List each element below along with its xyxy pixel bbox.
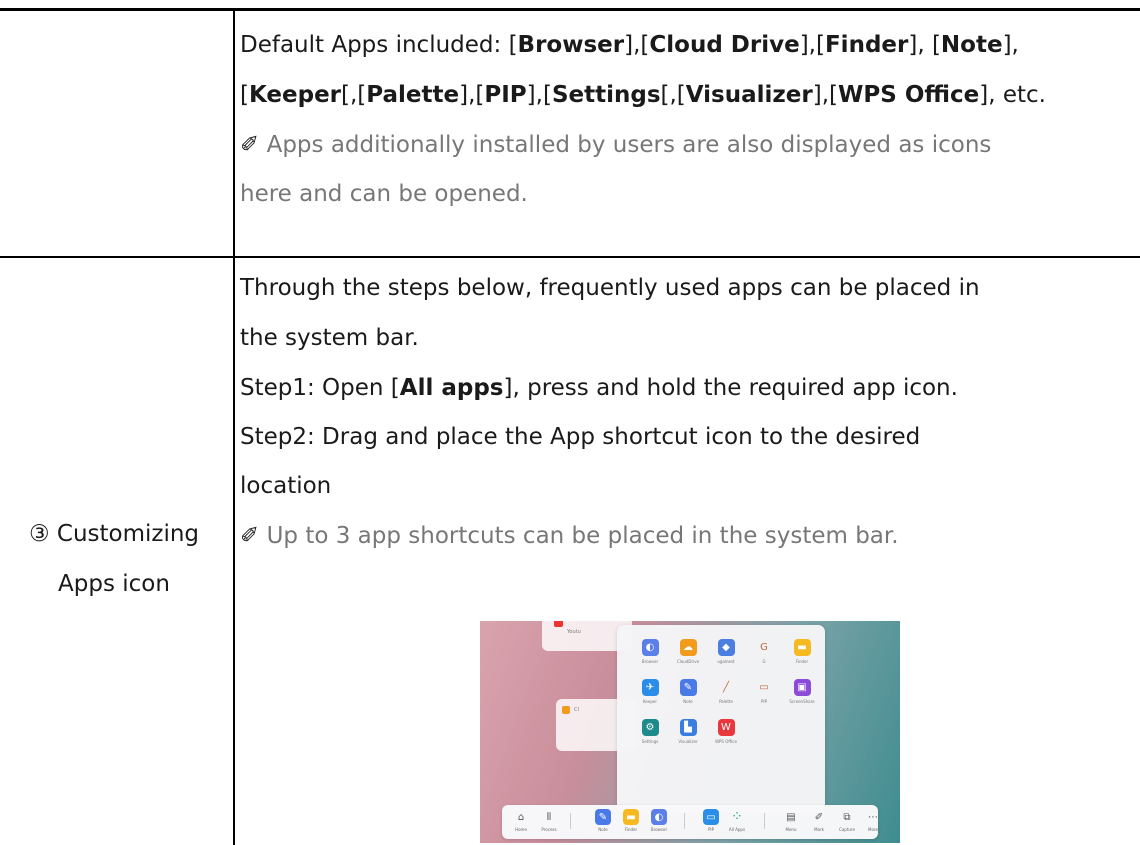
all-apps-icon: ⁘	[731, 809, 743, 825]
app-pip[interactable]: ▭ PIP	[747, 679, 781, 704]
default-apps-line-1: Default Apps included: [Browser],[Cloud …	[240, 32, 1019, 58]
app-label: Palette	[719, 699, 733, 704]
app-label: Settings	[641, 739, 659, 744]
app-finder[interactable]: ▬ Finder	[785, 639, 819, 664]
table-top-border	[0, 8, 1140, 11]
app-settings[interactable]: ⚙ Settings	[633, 719, 667, 744]
step2-line-1: Step2: Drag and place the App shortcut i…	[240, 424, 921, 450]
installed-apps-note: ✐ Apps additionally installed by users a…	[240, 132, 992, 158]
youtube-icon	[554, 621, 563, 627]
app-label: ScreenShare	[789, 699, 815, 704]
dock-item-label: Home	[515, 827, 527, 832]
dock-item-browser[interactable]: ◐ Browser	[646, 809, 672, 832]
system-bar: ⌂ Home ⦀ Process ✎ Note ▬ Finder ◐ Browser ▭ PIP ⁘ Al…	[502, 805, 878, 839]
dock-divider	[570, 813, 571, 829]
dock-item-pip[interactable]: ▭ PIP	[698, 809, 724, 832]
app-label: Keeper	[643, 699, 657, 704]
dock-divider	[764, 813, 765, 829]
visualizer-icon: ▙	[679, 719, 697, 736]
pip-icon: ▭	[703, 809, 719, 825]
dock-item-label: Capture	[839, 827, 855, 832]
dock-item-label: Menu	[785, 827, 797, 832]
dock-item-capture[interactable]: ⧉ Capture	[834, 809, 860, 833]
cloud-drive-icon: ☁	[679, 639, 697, 656]
section-heading: ③ Customizing	[28, 521, 200, 547]
app-label: Note	[683, 699, 693, 704]
ugalnest-icon: ◆	[717, 639, 735, 656]
app-browser[interactable]: ◐ Browser	[633, 639, 667, 664]
pencil-icon: ✐	[240, 132, 260, 158]
default-apps-line-2: [Keeper[,[Palette],[PIP],[Settings[,[Vis…	[240, 82, 1046, 108]
dock-item-label: Process	[541, 827, 557, 832]
pencil-icon: ✐	[240, 523, 260, 549]
dock-item-label: PIP	[707, 827, 714, 832]
app-label: Browser	[641, 659, 659, 664]
app-label: G	[762, 659, 766, 664]
note-icon: ✎	[595, 809, 611, 825]
step1-line: Step1: Open [All apps], press and hold t…	[240, 375, 958, 401]
keeper-icon: ✈	[641, 679, 659, 696]
dock-item-label: All Apps	[728, 827, 746, 832]
app-wps-office[interactable]: W WPS Office	[709, 719, 743, 744]
all-apps-screenshot: Youtu Cl ◐ Browser ☁ CloudDrive ◆ ugalnest G G ▬…	[480, 621, 900, 843]
wps-office-icon: W	[717, 719, 735, 736]
finder-icon: ▬	[623, 809, 639, 825]
dock-divider	[684, 813, 685, 829]
app-palette[interactable]: ╱ Palette	[709, 679, 743, 704]
table-column-divider	[233, 8, 235, 845]
browser-icon: ◐	[641, 639, 659, 656]
app-label: CloudDrive	[676, 659, 700, 664]
mark-icon: ✐	[814, 811, 824, 823]
browser-icon: ◐	[651, 809, 667, 825]
all-apps-panel: ◐ Browser ☁ CloudDrive ◆ ugalnest G G ▬ Finder ✈ Ke…	[617, 625, 825, 813]
more-icon: ⋯	[868, 811, 878, 823]
app-screenshare[interactable]: ▣ ScreenShare	[785, 679, 819, 704]
app-ugalnest[interactable]: ◆ ugalnest	[709, 639, 743, 664]
finder-icon: ▬	[793, 639, 811, 656]
dock-item-label: More	[868, 827, 878, 832]
section-heading-line-2: Apps icon	[58, 571, 170, 597]
dock-item-all-apps[interactable]: ⁘ All Apps	[724, 809, 750, 832]
g-icon: G	[760, 642, 768, 653]
app-visualizer[interactable]: ▙ Visualizer	[671, 719, 705, 744]
menu-icon: ▤	[786, 811, 796, 823]
dock-item-more[interactable]: ⋯ More	[860, 809, 886, 833]
dock-item-menu[interactable]: ▤ Menu	[778, 809, 804, 833]
capture-icon: ⧉	[843, 811, 851, 823]
palette-icon: ╱	[722, 682, 730, 693]
table-row-divider	[0, 256, 1140, 258]
settings-icon: ⚙	[641, 719, 659, 736]
installed-apps-note-continued: here and can be opened.	[240, 181, 528, 207]
dock-item-mark[interactable]: ✐ Mark	[806, 809, 832, 833]
dock-item-label: Finder	[624, 827, 638, 832]
step2-line-2: location	[240, 473, 332, 499]
pip-icon: ▭	[759, 682, 769, 693]
note-icon: ✎	[679, 679, 697, 696]
dock-item-label: Browser	[650, 827, 668, 832]
dock-item-label: Note	[598, 827, 608, 832]
app-note[interactable]: ✎ Note	[671, 679, 705, 704]
process-icon: ⦀	[546, 811, 552, 823]
home-icon: ⌂	[517, 811, 525, 823]
app-g[interactable]: GG	[747, 639, 781, 664]
app-cloud-drive[interactable]: ☁ CloudDrive	[671, 639, 705, 664]
screenshare-icon: ▣	[793, 679, 811, 696]
app-label: Finder	[795, 659, 809, 664]
app-label: ugalnest	[717, 659, 735, 664]
intro-line-2: the system bar.	[240, 325, 419, 351]
app-keeper[interactable]: ✈ Keeper	[633, 679, 667, 704]
dock-item-finder[interactable]: ▬ Finder	[618, 809, 644, 832]
intro-line-1: Through the steps below, frequently used…	[240, 275, 980, 301]
app-label: PIP	[760, 699, 767, 704]
dock-item-process[interactable]: ⦀ Process	[536, 809, 562, 833]
app-label: Visualizer	[678, 739, 698, 744]
shortcut-limit-note: ✐ Up to 3 app shortcuts can be placed in…	[240, 523, 899, 549]
app-label: WPS Office	[715, 739, 737, 744]
dock-item-home[interactable]: ⌂ Home	[508, 809, 534, 833]
cloud-drive-icon	[562, 706, 570, 714]
dock-item-label: Mark	[814, 827, 824, 832]
dock-item-note[interactable]: ✎ Note	[590, 809, 616, 832]
